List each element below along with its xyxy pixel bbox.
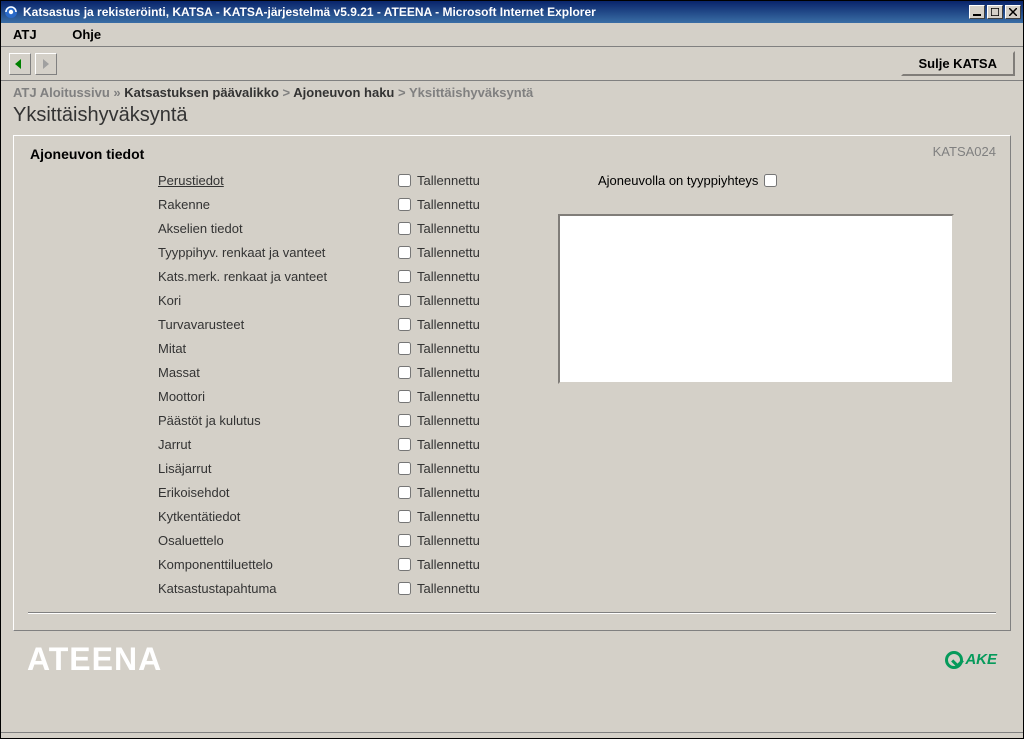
- item-link[interactable]: Kori: [158, 293, 181, 308]
- saved-label: Tallennettu: [417, 245, 480, 260]
- saved-label: Tallennettu: [417, 173, 480, 188]
- footer-brand: ATEENA: [27, 641, 162, 678]
- footer: ATEENA AKE: [13, 631, 1011, 688]
- item-link[interactable]: Turvavarusteet: [158, 317, 244, 332]
- item-link[interactable]: Komponenttiluettelo: [158, 557, 273, 572]
- saved-label: Tallennettu: [417, 389, 480, 404]
- nav-forward-button[interactable]: [35, 53, 57, 75]
- crumb-katsastuksen-paavalikko[interactable]: Katsastuksen päävalikko: [124, 85, 279, 100]
- saved-label: Tallennettu: [417, 317, 480, 332]
- saved-checkbox[interactable]: [398, 390, 411, 403]
- saved-label: Tallennettu: [417, 221, 480, 236]
- saved-label: Tallennettu: [417, 365, 480, 380]
- menubar: ATJ Ohje: [1, 23, 1023, 47]
- item-link[interactable]: Rakenne: [158, 197, 210, 212]
- item-link[interactable]: Erikoisehdot: [158, 485, 230, 500]
- ie-icon: [3, 4, 19, 20]
- toolbar: Sulje KATSA: [1, 47, 1023, 81]
- item-link[interactable]: Kats.merk. renkaat ja vanteet: [158, 269, 327, 284]
- breadcrumb: ATJ Aloitussivu » Katsastuksen päävalikk…: [1, 81, 1023, 100]
- menu-atj[interactable]: ATJ: [13, 27, 37, 42]
- window-title: Katsastus ja rekisteröinti, KATSA - KATS…: [23, 5, 969, 19]
- crumb-atj-aloitussivu[interactable]: ATJ Aloitussivu: [13, 85, 110, 100]
- page-title: Yksittäishyväksyntä: [1, 100, 1023, 135]
- item-link[interactable]: Tyyppihyv. renkaat ja vanteet: [158, 245, 325, 260]
- saved-label: Tallennettu: [417, 293, 480, 308]
- notes-textarea[interactable]: [558, 214, 954, 384]
- minimize-button[interactable]: [969, 5, 985, 19]
- ake-logo: AKE: [945, 651, 997, 669]
- saved-label: Tallennettu: [417, 413, 480, 428]
- saved-checkbox[interactable]: [398, 318, 411, 331]
- saved-checkbox[interactable]: [398, 366, 411, 379]
- item-link[interactable]: Mitat: [158, 341, 186, 356]
- crumb-ajoneuvon-haku[interactable]: Ajoneuvon haku: [293, 85, 394, 100]
- saved-checkbox[interactable]: [398, 270, 411, 283]
- saved-checkbox[interactable]: [398, 582, 411, 595]
- saved-label: Tallennettu: [417, 557, 480, 572]
- saved-checkbox[interactable]: [398, 198, 411, 211]
- item-link[interactable]: Perustiedot: [158, 173, 224, 188]
- ake-ring-icon: [945, 651, 963, 669]
- item-link[interactable]: Katsastustapahtuma: [158, 581, 277, 596]
- saved-checkbox[interactable]: [398, 246, 411, 259]
- item-link[interactable]: Osaluettelo: [158, 533, 224, 548]
- tyyppiyhteys-label: Ajoneuvolla on tyyppiyhteys: [598, 173, 758, 188]
- close-katsa-button[interactable]: Sulje KATSA: [901, 51, 1016, 76]
- saved-label: Tallennettu: [417, 197, 480, 212]
- saved-checkbox[interactable]: [398, 414, 411, 427]
- saved-checkbox[interactable]: [398, 462, 411, 475]
- window-titlebar: Katsastus ja rekisteröinti, KATSA - KATS…: [1, 1, 1023, 23]
- section-title: Ajoneuvon tiedot: [30, 146, 996, 162]
- saved-checkbox[interactable]: [398, 174, 411, 187]
- saved-label: Tallennettu: [417, 437, 480, 452]
- nav-back-button[interactable]: [9, 53, 31, 75]
- status-bar: [1, 732, 1023, 738]
- close-window-button[interactable]: [1005, 5, 1021, 19]
- menu-ohje[interactable]: Ohje: [72, 27, 101, 42]
- item-link[interactable]: Päästöt ja kulutus: [158, 413, 261, 428]
- saved-label: Tallennettu: [417, 485, 480, 500]
- saved-checkbox[interactable]: [398, 438, 411, 451]
- item-link[interactable]: Lisäjarrut: [158, 461, 211, 476]
- content-panel: KATSA024 Ajoneuvon tiedot Perustiedot Rak…: [13, 135, 1011, 631]
- maximize-button[interactable]: [987, 5, 1003, 19]
- crumb-yksittaishyvaksynta: Yksittäishyväksyntä: [409, 85, 533, 100]
- item-link[interactable]: Kytkentätiedot: [158, 509, 240, 524]
- saved-label: Tallennettu: [417, 581, 480, 596]
- divider: [28, 612, 996, 614]
- saved-checkbox[interactable]: [398, 222, 411, 235]
- saved-checkbox[interactable]: [398, 558, 411, 571]
- saved-label: Tallennettu: [417, 269, 480, 284]
- tyyppiyhteys-checkbox[interactable]: [764, 174, 777, 187]
- saved-label: Tallennettu: [417, 341, 480, 356]
- item-link[interactable]: Jarrut: [158, 437, 191, 452]
- saved-label: Tallennettu: [417, 461, 480, 476]
- item-link[interactable]: Moottori: [158, 389, 205, 404]
- saved-checkbox[interactable]: [398, 342, 411, 355]
- item-link[interactable]: Akselien tiedot: [158, 221, 243, 236]
- screen-code: KATSA024: [933, 144, 996, 159]
- saved-label: Tallennettu: [417, 509, 480, 524]
- saved-checkbox[interactable]: [398, 510, 411, 523]
- saved-checkbox[interactable]: [398, 534, 411, 547]
- item-link[interactable]: Massat: [158, 365, 200, 380]
- saved-checkbox[interactable]: [398, 486, 411, 499]
- saved-label: Tallennettu: [417, 533, 480, 548]
- saved-checkbox[interactable]: [398, 294, 411, 307]
